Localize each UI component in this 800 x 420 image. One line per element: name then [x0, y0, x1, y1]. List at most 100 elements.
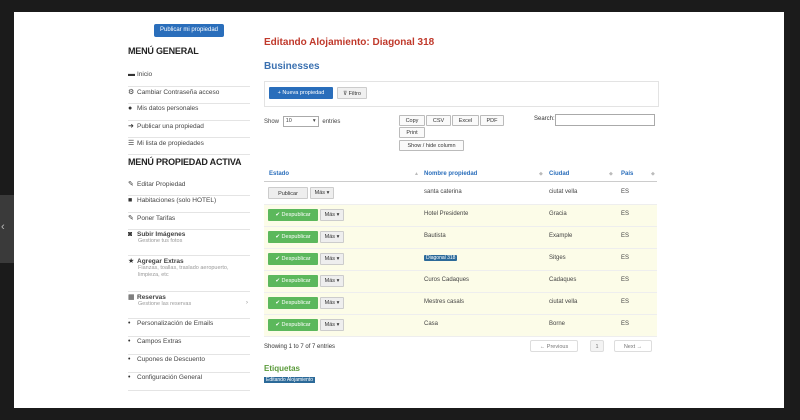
sidebar-item-4[interactable]: ☰ Mi lista de propiedades [128, 139, 250, 155]
edit-icon: ✎ [128, 181, 134, 188]
more-dropdown-button[interactable]: Más ▾ [320, 319, 344, 331]
sidebar-item-active-3[interactable]: ◙ Subir Imágenes Gestione tus fotos [128, 231, 250, 256]
previous-page-button[interactable]: ← Previous [530, 340, 578, 352]
sidebar-item-0[interactable]: ▬ Inicio [128, 71, 250, 87]
pencil-icon: ✎ [128, 215, 134, 222]
tags-title: Etiquetas [264, 364, 301, 373]
toolbar: + Nueva propiedad ⊽ Filtro [264, 81, 659, 107]
arrow-right-icon: ➜ [128, 123, 134, 130]
caret-down-icon: ▾ [335, 278, 340, 284]
print-button[interactable]: Print [399, 127, 425, 138]
sidebar-item-active-7[interactable]: • Campos Extras [128, 338, 250, 355]
more-dropdown-button[interactable]: Más ▾ [320, 253, 344, 265]
more-dropdown-button[interactable]: Más ▾ [310, 187, 334, 199]
sort-icon: ◆ [651, 171, 655, 177]
country-cell: ES [621, 255, 630, 261]
camera-icon: ◙ [128, 231, 133, 238]
page-title: Editando Alojamiento: Diagonal 318 [264, 37, 435, 48]
property-name[interactable]: Bautista [424, 233, 446, 239]
sidebar-item-active-4[interactable]: ★ Agregar Extras Fianzas, toallas, traslad… [128, 257, 250, 292]
folder-icon: ▬ [128, 71, 135, 78]
search-input[interactable] [555, 114, 655, 126]
sidebar-item-active-0[interactable]: ✎ Editar Propiedad [128, 180, 250, 196]
sidebar-item-active-8[interactable]: • Cupones de Descuento [128, 356, 250, 373]
star-icon: ★ [128, 258, 135, 265]
more-dropdown-button[interactable]: Más ▾ [320, 231, 344, 243]
dot-icon: • [128, 338, 131, 345]
table-row: ✔ Despublicar Más ▾ Bautista Example ES [264, 227, 657, 249]
property-name[interactable]: Mestres casals [424, 299, 464, 305]
sort-icon: ▲ [414, 171, 419, 177]
new-property-button[interactable]: + Nueva propiedad [269, 87, 333, 99]
city-cell: ciutat vella [549, 189, 578, 195]
page-length-select[interactable]: 10 [282, 116, 319, 127]
country-cell: ES [621, 321, 630, 327]
country-cell: ES [621, 233, 630, 239]
unpublish-button[interactable]: ✔ Despublicar [268, 319, 318, 331]
caret-down-icon: ▾ [335, 234, 340, 240]
property-name[interactable]: Curos Cadaques [424, 277, 469, 283]
table-row: ✔ Despublicar Más ▾ Diagonal 318 Sitges ES [264, 249, 657, 271]
col-estado[interactable]: Estado [269, 171, 289, 177]
sidebar-item-active-1[interactable]: ■ Habitaciones (solo HOTEL) [128, 197, 250, 213]
dot-icon: • [128, 320, 131, 327]
search-label: Search: [534, 116, 555, 122]
sidebar-item-2[interactable]: ● Mis datos personales [128, 105, 250, 121]
property-name[interactable]: Diagonal 318 [424, 255, 458, 261]
caret-down-icon: ▾ [335, 300, 340, 306]
csv-button[interactable]: CSV [426, 115, 451, 126]
col-ciudad[interactable]: Ciudad [549, 171, 569, 177]
calendar-icon: ▦ [128, 294, 135, 301]
city-cell: Borne [549, 321, 566, 327]
country-cell: ES [621, 277, 630, 283]
next-page-button[interactable]: Next → [614, 340, 652, 352]
sidebar-item-3[interactable]: ➜ Publicar una propiedad [128, 122, 250, 138]
publish-property-button[interactable]: Publicar mi propiedad [154, 24, 224, 37]
side-handle[interactable]: ‹ [0, 195, 14, 263]
briefcase-icon: ■ [128, 197, 133, 204]
caret-down-icon: ▾ [335, 322, 340, 328]
property-name[interactable]: Casa [424, 321, 438, 327]
tag-badge[interactable]: Editando Alojamiento [264, 377, 315, 383]
excel-button[interactable]: Excel [452, 115, 479, 126]
more-dropdown-button[interactable]: Más ▾ [320, 209, 344, 221]
page-length: Show 10 entries [264, 116, 340, 127]
property-name[interactable]: santa caterina [424, 189, 462, 195]
table-header: Estado ▲ Nombre propiedad ◆ Ciudad ◆ Paí… [264, 169, 657, 182]
caret-down-icon: ▾ [325, 190, 330, 196]
unpublish-button[interactable]: ✔ Despublicar [268, 231, 318, 243]
table-row: ✔ Despublicar Más ▾ Curos Cadaques Cadaques… [264, 271, 657, 293]
sidebar-item-active-2[interactable]: ✎ Poner Tarifas [128, 214, 250, 230]
table-row: ✔ Despublicar Más ▾ Hotel Presidente Gracia… [264, 205, 657, 227]
page-frame: Publicar mi propiedad MENÚ GENERAL ▬ Inic… [14, 12, 784, 408]
sidebar-item-subtitle: Gestione tus fotos [138, 238, 183, 244]
sidebar-item-active-5[interactable]: ▦ Reservas Gestione las reservas › [128, 293, 250, 319]
show-hide-columns-button[interactable]: Show / hide column [399, 140, 464, 151]
col-nombre[interactable]: Nombre propiedad [424, 171, 477, 177]
property-name[interactable]: Hotel Presidente [424, 211, 468, 217]
filter-button[interactable]: ⊽ Filtro [337, 87, 367, 99]
unpublish-button[interactable]: ✔ Despublicar [268, 209, 318, 221]
unpublish-button[interactable]: ✔ Despublicar [268, 253, 318, 265]
city-cell: ciutat vella [549, 299, 578, 305]
sidebar-item-active-9[interactable]: • Configuración General [128, 374, 250, 391]
country-cell: ES [621, 211, 630, 217]
copy-button[interactable]: Copy [399, 115, 425, 126]
unpublish-button[interactable]: ✔ Despublicar [268, 275, 318, 287]
sidebar-item-active-6[interactable]: • Personalización de Emails [128, 320, 250, 337]
table-row: ✔ Despublicar Más ▾ Casa Borne ES [264, 315, 657, 337]
more-dropdown-button[interactable]: Más ▾ [320, 297, 344, 309]
unpublish-button[interactable]: ✔ Despublicar [268, 297, 318, 309]
more-dropdown-button[interactable]: Más ▾ [320, 275, 344, 287]
country-cell: ES [621, 189, 630, 195]
gear-icon: ⚙ [128, 89, 135, 96]
col-pais[interactable]: País [621, 171, 633, 177]
table-info: Showing 1 to 7 of 7 entries [264, 344, 336, 350]
users-icon: ● [128, 105, 133, 112]
sidebar-item-subtitle: Gestione las reservas [138, 301, 192, 307]
pdf-button[interactable]: PDF [480, 115, 504, 126]
page-1-button[interactable]: 1 [590, 340, 604, 352]
sidebar-item-subtitle: Fianzas, toallas, traslado aeropuerto, l… [138, 265, 229, 278]
sidebar-item-1[interactable]: ⚙ Cambiar Contraseña acceso [128, 88, 250, 104]
publish-button[interactable]: Publicar [268, 187, 308, 199]
